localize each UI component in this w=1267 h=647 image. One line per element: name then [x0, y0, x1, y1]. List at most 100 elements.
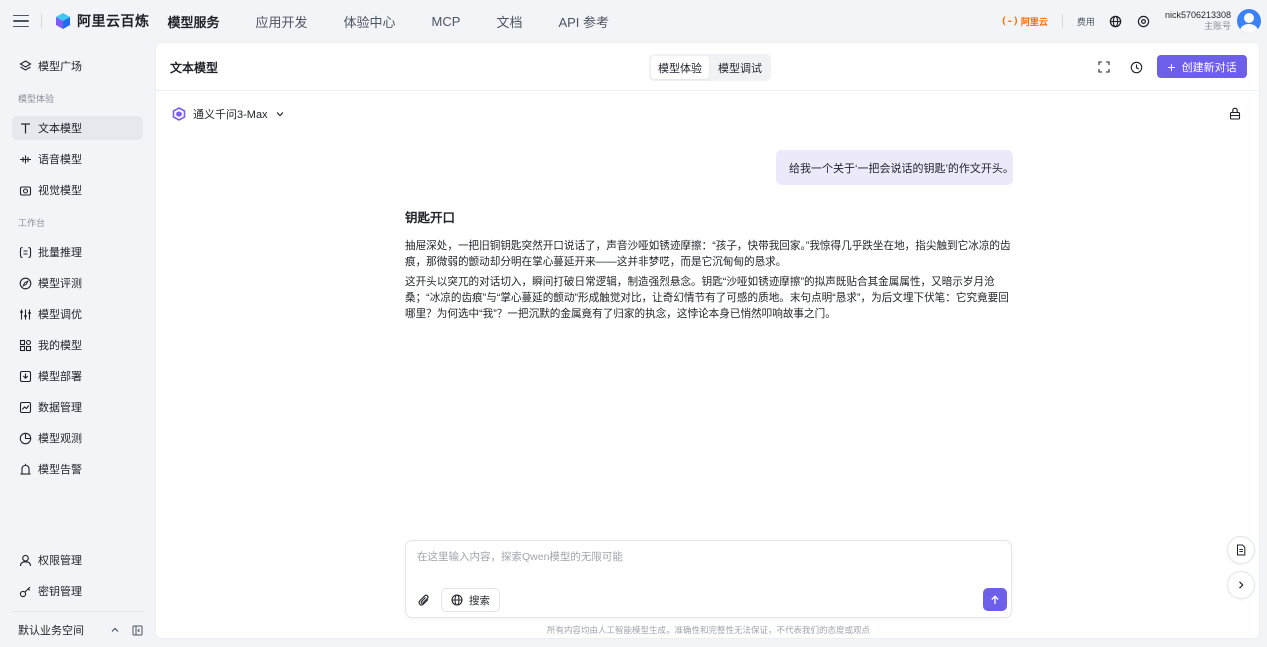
- sidebar-item-permissions[interactable]: 权限管理: [12, 548, 143, 572]
- key-icon: [19, 585, 32, 598]
- sidebar-item-my-models[interactable]: 我的模型: [12, 333, 143, 357]
- document-icon: [1237, 544, 1246, 556]
- nav-app-dev[interactable]: 应用开发: [256, 12, 308, 31]
- voice-icon: [19, 153, 32, 166]
- document-button[interactable]: [1227, 536, 1255, 564]
- account-info[interactable]: nick5706213308 主账号: [1165, 10, 1231, 33]
- sidebar-item-model-tuning[interactable]: 模型调优: [12, 302, 143, 326]
- fee-link[interactable]: 费用: [1077, 15, 1095, 28]
- disclaimer: 所有内容均由人工智能模型生成，准确性和完整性无法保证，不代表我们的态度或观点: [546, 625, 870, 635]
- batch-icon: [19, 246, 32, 259]
- top-bar: 阿里云百炼 模型服务 应用开发 体验中心 MCP 文档 API 参考 (-) 阿…: [0, 0, 1267, 42]
- settings-icon[interactable]: [1137, 14, 1151, 28]
- alarm-icon: [19, 463, 32, 476]
- nav-experience-center[interactable]: 体验中心: [344, 12, 396, 31]
- bailian-logo-icon: [56, 13, 70, 29]
- plus-icon: +: [1167, 58, 1176, 75]
- page-title: 文本模型: [170, 61, 219, 75]
- sidebar-item-batch-inference[interactable]: 批量推理: [12, 240, 143, 264]
- text-icon: [19, 122, 32, 135]
- aliyun-logo[interactable]: (-) 阿里云: [1001, 15, 1048, 28]
- sidebar-item-model-observe[interactable]: 模型观测: [12, 426, 143, 450]
- chat-composer: 搜索: [405, 540, 1012, 618]
- account-role: 主账号: [1203, 21, 1231, 31]
- sidebar-item-voice-model[interactable]: 语音模型: [12, 147, 143, 171]
- model-name: 通义千问3-Max: [193, 109, 268, 121]
- sidebar-item-label: 模型部署: [38, 371, 82, 383]
- sidebar-item-data-management[interactable]: 数据管理: [12, 395, 143, 419]
- top-right-tools: (-) 阿里云 费用 nick5706213308 主账号: [1001, 0, 1267, 42]
- workspace-switcher[interactable]: 默认业务空间: [18, 622, 143, 638]
- sidebar-item-label: 语音模型: [38, 154, 82, 166]
- web-search-toggle[interactable]: 搜索: [441, 588, 500, 612]
- nav-api-reference[interactable]: API 参考: [558, 12, 609, 31]
- collapse-sidebar-icon[interactable]: [131, 624, 143, 636]
- grid-icon: [19, 339, 32, 352]
- new-chat-button[interactable]: + 创建新对话: [1157, 55, 1247, 78]
- clear-icon[interactable]: [1229, 107, 1241, 120]
- fullscreen-icon[interactable]: [1097, 60, 1111, 74]
- sidebar-item-model-eval[interactable]: 模型评测: [12, 271, 143, 295]
- pie-icon: [19, 432, 32, 445]
- divider: [12, 611, 143, 612]
- sidebar-item-label: 模型观测: [38, 433, 82, 445]
- sidebar-item-model-deploy[interactable]: 模型部署: [12, 364, 143, 388]
- sidebar-item-label: 批量推理: [38, 247, 82, 259]
- globe-icon[interactable]: [1109, 14, 1123, 28]
- sidebar-item-label: 模型告警: [38, 464, 82, 476]
- chevron-up-icon[interactable]: [109, 624, 121, 636]
- nav-mcp[interactable]: MCP: [432, 14, 461, 29]
- nav-model-service[interactable]: 模型服务: [168, 12, 220, 31]
- history-icon[interactable]: [1129, 60, 1143, 74]
- tab-model-experience[interactable]: 模型体验: [651, 56, 709, 79]
- main-panel: 文本模型 模型体验 模型调试 + 创建新对话 通义千问3-Max 给我一个关于‘…: [155, 42, 1260, 639]
- mode-tabs: 模型体验 模型调试: [649, 54, 771, 81]
- attachment-icon[interactable]: [417, 593, 431, 607]
- sidebar-item-label: 权限管理: [38, 555, 82, 567]
- sidebar: 模型广场 模型体验 文本模型 语音模型 视觉模型 工作台 批量推理 模型评测 模…: [0, 42, 154, 647]
- sidebar-item-text-model[interactable]: 文本模型: [12, 116, 143, 140]
- chart-icon: [19, 401, 32, 414]
- expand-panel-button[interactable]: [1227, 571, 1255, 599]
- model-selector[interactable]: 通义千问3-Max: [172, 106, 285, 122]
- sidebar-item-model-alarm[interactable]: 模型告警: [12, 457, 143, 481]
- workspace-name: 默认业务空间: [18, 625, 84, 637]
- user-icon: [19, 554, 32, 567]
- main-nav: 模型服务 应用开发 体验中心 MCP 文档 API 参考: [168, 12, 646, 31]
- sidebar-item-vision-model[interactable]: 视觉模型: [12, 178, 143, 202]
- new-chat-label: 创建新对话: [1181, 61, 1237, 74]
- globe-icon: [451, 594, 463, 606]
- aliyun-logo-text: 阿里云: [1020, 16, 1048, 27]
- menu-icon[interactable]: [13, 14, 29, 28]
- divider: [1061, 14, 1063, 28]
- aliyun-bracket-icon: (-): [1000, 15, 1019, 27]
- reply-title: 钥匙开口: [405, 211, 456, 225]
- nav-docs[interactable]: 文档: [496, 12, 522, 31]
- deploy-icon: [19, 370, 32, 383]
- divider: [41, 13, 42, 29]
- plaza-icon: [19, 59, 32, 73]
- chevron-right-icon: [1239, 581, 1244, 589]
- camera-icon: [19, 184, 32, 197]
- account-name: nick5706213308: [1164, 9, 1231, 20]
- tune-icon: [19, 308, 32, 321]
- sidebar-item-label: 模型调优: [38, 309, 82, 321]
- compass-icon: [19, 277, 32, 290]
- brand-logo[interactable]: 阿里云百炼: [54, 11, 150, 31]
- sidebar-item-keys[interactable]: 密钥管理: [12, 579, 143, 603]
- brand-name: 阿里云百炼: [77, 13, 150, 29]
- sidebar-group-workbench: 工作台: [18, 218, 46, 228]
- tab-model-debug[interactable]: 模型调试: [711, 56, 769, 79]
- chevron-down-icon: [276, 112, 283, 117]
- sidebar-item-label: 我的模型: [38, 340, 82, 352]
- avatar[interactable]: [1237, 9, 1261, 33]
- sidebar-item-label: 密钥管理: [38, 586, 82, 598]
- sidebar-item-label: 模型评测: [38, 278, 82, 290]
- chat-input[interactable]: [417, 551, 997, 563]
- reply-paragraph: 这开头以突兀的对话切入，瞬间打破日常逻辑，制造强烈悬念。钥匙“沙哑如锈迹摩擦”的…: [405, 276, 1009, 320]
- main-header: 文本模型 模型体验 模型调试 + 创建新对话: [156, 43, 1259, 91]
- sidebar-item-model-plaza[interactable]: 模型广场: [12, 54, 143, 78]
- assistant-reply: 钥匙开口 抽屉深处，一把旧铜钥匙突然开口说话了，声音沙哑如锈迹摩擦：“孩子，快带…: [405, 207, 1015, 326]
- send-button[interactable]: [983, 588, 1007, 611]
- search-label: 搜索: [469, 594, 490, 607]
